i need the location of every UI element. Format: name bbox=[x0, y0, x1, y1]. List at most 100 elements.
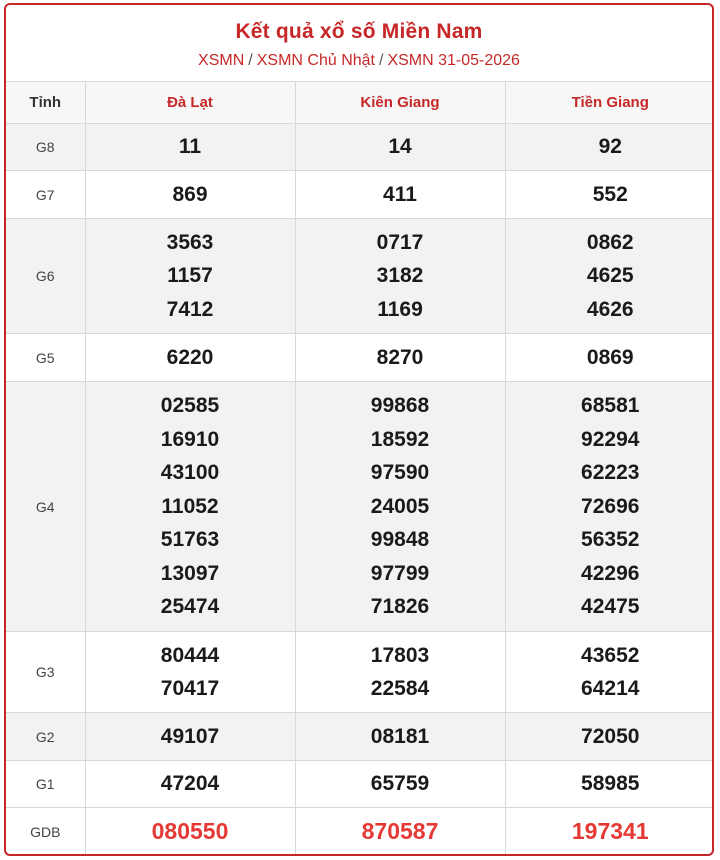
prize-cell: 6220 bbox=[84, 333, 296, 382]
prize-cell: 02585 16910 43100 11052 51763 13097 25474 bbox=[84, 381, 296, 632]
prize-number: 92294 bbox=[581, 427, 640, 451]
prize-cell: 870587 bbox=[294, 807, 506, 854]
breadcrumb: XSMN / XSMN Chủ Nhật / XSMN 31-05-2026 bbox=[6, 51, 712, 71]
prize-label: G7 bbox=[6, 170, 86, 219]
prize-number: 64214 bbox=[581, 677, 640, 700]
prize-number: 411 bbox=[383, 182, 417, 206]
prize-label: G1 bbox=[6, 760, 86, 808]
prize-number: 62223 bbox=[581, 461, 640, 485]
prize-cell: 869 bbox=[84, 170, 296, 219]
prize-label: G6 bbox=[6, 218, 86, 334]
prize-number: 99868 bbox=[370, 394, 430, 418]
prize-number: 80444 bbox=[160, 643, 220, 667]
prize-cell: 0869 bbox=[504, 333, 712, 382]
prize-number: 25474 bbox=[160, 595, 220, 619]
prize-label: G5 bbox=[6, 333, 86, 382]
prize-row-g1: G1 47204 65759 58985 bbox=[6, 760, 712, 808]
prize-number: 1157 bbox=[167, 264, 213, 288]
prize-cell: 58985 bbox=[504, 760, 712, 808]
results-table: Tỉnh Đà Lạt Kiên Giang Tiền Giang G8 11 14… bbox=[6, 81, 712, 854]
results-card: Kết quả xổ số Miền Nam XSMN / XSMN Chủ Nhậ… bbox=[4, 3, 714, 856]
breadcrumb-separator: / bbox=[248, 52, 253, 69]
prize-number: 24005 bbox=[370, 494, 430, 518]
prize-number: 11052 bbox=[161, 494, 219, 518]
prize-number: 552 bbox=[592, 182, 628, 206]
prize-number: 72696 bbox=[581, 494, 640, 518]
special-prize-number: 080550 bbox=[151, 818, 229, 845]
prize-table-body: G8 11 14 92 G7 869 411 552 G6 3563 1157 7412 0717 318… bbox=[6, 123, 712, 854]
page-title: Kết quả xổ số Miền Nam bbox=[235, 20, 483, 43]
prize-number: 869 bbox=[172, 182, 208, 206]
results-header: Kết quả xổ số Miền Nam XSMN / XSMN Chủ Nhậ… bbox=[6, 5, 712, 81]
prize-number: 14 bbox=[388, 135, 412, 159]
breadcrumb-separator: / bbox=[378, 52, 384, 69]
prize-number: 51763 bbox=[160, 528, 220, 552]
prize-cell: 0862 4625 4626 bbox=[504, 218, 712, 334]
prize-number: 92 bbox=[598, 135, 622, 159]
prize-number: 56352 bbox=[581, 528, 640, 552]
prize-number: 02585 bbox=[160, 394, 220, 418]
prize-cell: 43652 64214 bbox=[504, 631, 712, 713]
prize-cell: 552 bbox=[504, 170, 712, 219]
prize-cell: 8270 bbox=[294, 333, 506, 382]
table-header-row: Tỉnh Đà Lạt Kiên Giang Tiền Giang bbox=[6, 81, 712, 124]
special-prize-number: 870587 bbox=[361, 818, 439, 845]
prize-cell: 49107 bbox=[84, 712, 296, 761]
prize-row-db: GDB 080550 870587 197341 bbox=[6, 807, 712, 854]
prize-number: 17803 bbox=[370, 643, 430, 667]
province-dalat-header[interactable]: Đà Lạt bbox=[84, 81, 296, 124]
prize-label: G2 bbox=[6, 712, 86, 761]
prize-number: 22584 bbox=[370, 677, 430, 700]
prize-number: 72050 bbox=[581, 724, 640, 748]
prize-number: 97590 bbox=[370, 461, 430, 485]
prize-number: 97799 bbox=[370, 561, 430, 585]
prize-cell: 92 bbox=[504, 123, 712, 171]
prize-number: 4625 bbox=[586, 264, 634, 288]
prize-label: G8 bbox=[6, 123, 86, 171]
province-column-header: Tỉnh bbox=[6, 81, 86, 124]
prize-number: 3563 bbox=[166, 230, 214, 254]
breadcrumb-date-link[interactable]: XSMN 31-05-2026 bbox=[387, 52, 520, 69]
prize-number: 70417 bbox=[160, 677, 220, 700]
prize-number: 68581 bbox=[581, 394, 640, 418]
prize-label: GDB bbox=[6, 807, 86, 854]
province-kiengiang-header[interactable]: Kiên Giang bbox=[294, 81, 506, 124]
prize-cell: 17803 22584 bbox=[294, 631, 506, 713]
prize-cell: 47204 bbox=[84, 760, 296, 808]
prize-number: 0717 bbox=[376, 230, 424, 254]
prize-row-g6: G6 3563 1157 7412 0717 3182 1169 0862 4625 4626 bbox=[6, 218, 712, 334]
prize-row-g8: G8 11 14 92 bbox=[6, 123, 712, 171]
prize-number: 71826 bbox=[370, 595, 430, 619]
special-prize-number: 197341 bbox=[571, 818, 649, 845]
prize-number: 4626 bbox=[586, 297, 634, 321]
prize-cell: 3563 1157 7412 bbox=[84, 218, 296, 334]
breadcrumb-xsmn-link[interactable]: XSMN bbox=[198, 52, 244, 69]
prize-cell: 0717 3182 1169 bbox=[294, 218, 506, 334]
prize-number: 6220 bbox=[166, 345, 214, 369]
prize-cell: 11 bbox=[84, 123, 296, 171]
prize-label: G4 bbox=[6, 381, 86, 632]
prize-cell: 08181 bbox=[294, 712, 506, 761]
prize-cell: 411 bbox=[294, 170, 506, 219]
prize-number: 13097 bbox=[160, 561, 220, 585]
prize-cell: 99868 18592 97590 24005 99848 97799 71826 bbox=[294, 381, 506, 632]
prize-number: 0869 bbox=[586, 345, 634, 369]
prize-number: 43652 bbox=[581, 643, 640, 667]
prize-number: 43100 bbox=[160, 461, 220, 485]
prize-number: 08181 bbox=[370, 724, 430, 748]
prize-row-g7: G7 869 411 552 bbox=[6, 170, 712, 219]
prize-number: 3182 bbox=[376, 264, 424, 288]
prize-cell: 14 bbox=[294, 123, 506, 171]
prize-cell: 68581 92294 62223 72696 56352 42296 42475 bbox=[504, 381, 712, 632]
prize-cell: 80444 70417 bbox=[84, 631, 296, 713]
prize-number: 18592 bbox=[370, 427, 430, 451]
prize-cell: 080550 bbox=[84, 807, 296, 854]
prize-number: 65759 bbox=[370, 772, 430, 796]
breadcrumb-sunday-link[interactable]: XSMN Chủ Nhật bbox=[257, 52, 375, 69]
prize-number: 0862 bbox=[586, 230, 634, 254]
prize-number: 47204 bbox=[160, 772, 220, 796]
province-tiengiang-header[interactable]: Tiền Giang bbox=[504, 81, 712, 124]
prize-row-g2: G2 49107 08181 72050 bbox=[6, 712, 712, 761]
prize-label: G3 bbox=[6, 631, 86, 713]
prize-number: 42475 bbox=[581, 595, 640, 619]
